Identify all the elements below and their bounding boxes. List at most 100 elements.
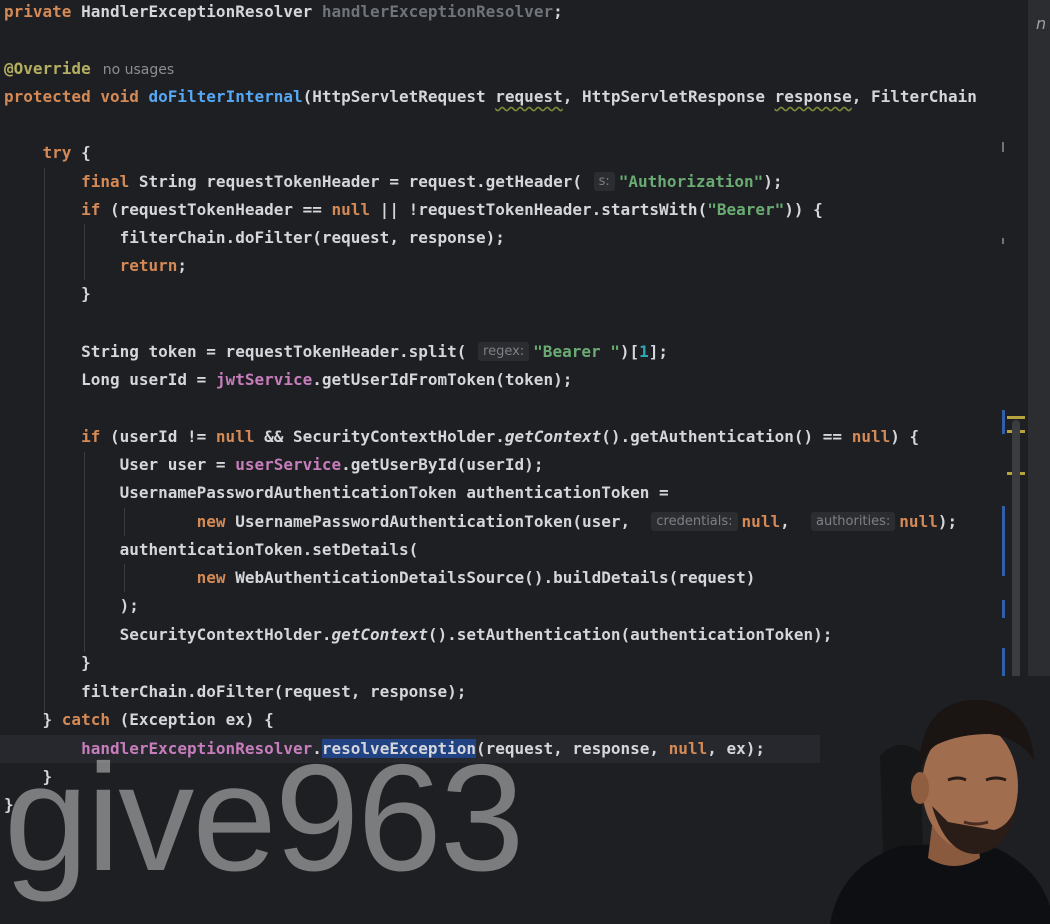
code-line-8[interactable]: return; <box>4 252 187 280</box>
code-token: return <box>119 256 178 275</box>
change-marker <box>1002 410 1005 434</box>
code-token: request <box>495 87 563 106</box>
code-token: WebAuthenticationDetailsSource().buildDe… <box>225 568 756 587</box>
code-token: null <box>851 427 891 446</box>
parameter-hint: credentials: <box>651 512 738 531</box>
code-token: null <box>331 200 371 219</box>
code-token: 1 <box>639 342 649 361</box>
code-token: response <box>774 87 852 106</box>
code-token: getContext <box>504 427 602 446</box>
code-token: { <box>71 143 91 162</box>
code-token: ; <box>177 256 188 275</box>
code-token: UsernamePasswordAuthenticationToken(user… <box>225 512 650 531</box>
code-token: filterChain.doFilter(request, response); <box>4 228 505 247</box>
code-token: UsernamePasswordAuthenticationToken auth… <box>4 483 669 502</box>
code-line-4[interactable]: try { <box>4 139 91 167</box>
code-line-15[interactable]: new UsernamePasswordAuthenticationToken(… <box>4 508 957 536</box>
warning-stripe <box>1007 416 1025 419</box>
code-line-6[interactable]: if (requestTokenHeader == null || !reque… <box>4 196 823 224</box>
code-token: .getUserIdFromToken(token); <box>312 370 573 389</box>
code-token: null <box>668 739 708 758</box>
code-line-12[interactable]: if (userId != null && SecurityContextHol… <box>4 423 919 451</box>
code-token: SecurityContextHolder. <box>4 625 332 644</box>
code-line-14[interactable]: UsernamePasswordAuthenticationToken auth… <box>4 479 669 507</box>
code-line-5[interactable]: final String requestTokenHeader = reques… <box>4 168 783 196</box>
code-token: (userId != <box>100 427 216 446</box>
code-token: , HttpServletResponse <box>562 87 775 106</box>
code-token: ); <box>4 596 139 615</box>
code-token: null <box>741 512 781 531</box>
code-token: ]; <box>648 342 669 361</box>
code-token: @Override <box>4 59 91 78</box>
code-token: ) { <box>890 427 920 446</box>
code-token: } <box>4 284 91 303</box>
code-token: (Exception ex) { <box>109 710 274 729</box>
person-webcam-icon <box>820 676 1050 924</box>
scrollbar-thumb[interactable] <box>1012 420 1020 680</box>
code-token: "Bearer " <box>533 342 620 361</box>
code-line-22[interactable]: } catch (Exception ex) { <box>4 706 274 734</box>
code-token: } <box>4 653 91 672</box>
code-line-11[interactable]: Long userId = jwtService.getUserIdFromTo… <box>4 366 572 394</box>
code-token: ().getAuthentication() == <box>601 427 852 446</box>
code-token: )) { <box>784 200 823 219</box>
code-token: )[ <box>619 342 640 361</box>
code-token: ); <box>763 172 783 191</box>
code-token: new <box>196 512 226 531</box>
usage-hint: no usages <box>102 62 175 78</box>
change-marker <box>1002 600 1005 618</box>
code-line-3[interactable]: protected void doFilterInternal(HttpServ… <box>4 83 977 111</box>
code-line-9[interactable]: } <box>4 280 91 308</box>
parameter-hint: s: <box>593 172 615 191</box>
code-token: , ex); <box>707 739 765 758</box>
webcam-overlay <box>820 676 1050 924</box>
code-line-17[interactable]: new WebAuthenticationDetailsSource().bui… <box>4 564 756 592</box>
code-token: null <box>899 512 938 531</box>
code-line-7[interactable]: filterChain.doFilter(request, response); <box>4 224 505 252</box>
code-token: (HttpServletRequest <box>302 87 496 106</box>
code-token: , <box>780 512 809 531</box>
code-token: && SecurityContextHolder. <box>254 427 505 446</box>
code-token: ; <box>553 2 563 21</box>
code-token: ); <box>937 512 958 531</box>
code-token: (requestTokenHeader == <box>100 200 332 219</box>
scroll-tick <box>1002 142 1004 152</box>
code-token: String requestTokenHeader = request.getH… <box>129 172 592 191</box>
code-line-18[interactable]: ); <box>4 592 139 620</box>
code-line-2[interactable]: @Override no usages <box>4 55 174 83</box>
code-token: .getUserById(userId); <box>341 455 544 474</box>
code-token: private <box>4 2 72 21</box>
code-token: Long userId = <box>4 370 216 389</box>
parameter-hint: authorities: <box>810 512 896 531</box>
code-token: if <box>81 200 101 219</box>
code-line-21[interactable]: filterChain.doFilter(request, response); <box>4 678 466 706</box>
code-line-13[interactable]: User user = userService.getUserById(user… <box>4 451 544 479</box>
code-token: HandlerExceptionResolver <box>71 2 322 21</box>
code-token: jwtService <box>215 370 313 389</box>
code-token: doFilterInternal <box>148 87 303 106</box>
code-token: } <box>4 710 62 729</box>
code-line-19[interactable]: SecurityContextHolder.getContext().setAu… <box>4 621 833 649</box>
code-token: || !requestTokenHeader.startsWith( <box>370 200 708 219</box>
code-token: authenticationToken.setDetails( <box>4 540 419 559</box>
change-marker <box>1002 506 1005 576</box>
code-token: String token = requestTokenHeader.split( <box>4 342 477 361</box>
code-line-20[interactable]: } <box>4 649 91 677</box>
code-token: "Bearer" <box>707 200 785 219</box>
code-line-16[interactable]: authenticationToken.setDetails( <box>4 536 419 564</box>
code-token: filterChain.doFilter(request, response); <box>4 682 467 701</box>
code-line-1[interactable]: private HandlerExceptionResolver handler… <box>4 0 563 26</box>
code-line-10[interactable]: String token = requestTokenHeader.split(… <box>4 338 668 366</box>
code-token: "Authorization" <box>618 172 764 191</box>
code-token: final <box>81 172 130 191</box>
panel-corner-text: n <box>1036 14 1047 33</box>
code-token: null <box>215 427 255 446</box>
code-token: userService <box>235 455 342 474</box>
code-token: protected void <box>4 87 149 106</box>
code-token: ().setAuthentication(authenticationToken… <box>427 625 833 644</box>
